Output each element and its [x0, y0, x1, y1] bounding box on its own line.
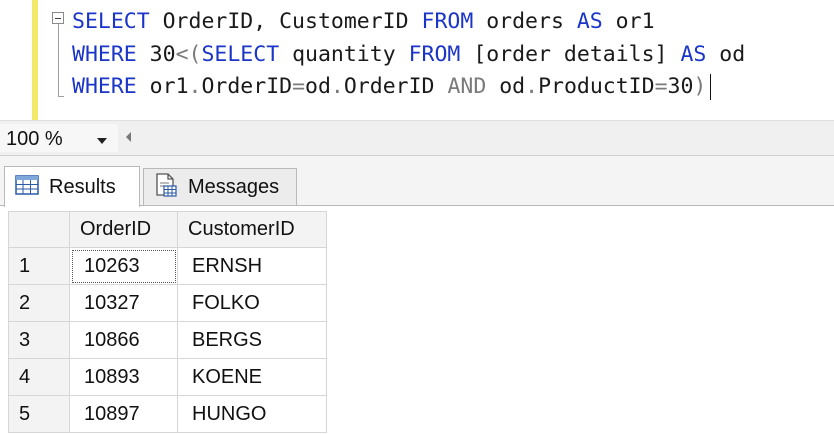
keyword-select: SELECT: [201, 42, 280, 67]
table-row: 2 10327 FOLKO: [8, 284, 327, 322]
literal: 30: [667, 74, 694, 99]
keyword-where: WHERE: [72, 42, 137, 67]
tab-messages-label: Messages: [188, 176, 280, 198]
table-row: 4 10893 KOENE: [8, 358, 327, 396]
text-caret: [710, 74, 712, 100]
cell-orderid[interactable]: 10893: [69, 358, 178, 396]
identifier: od: [706, 42, 746, 67]
table-row: 5 10897 HUNGO: [8, 395, 327, 433]
cell-orderid[interactable]: 10866: [69, 321, 178, 359]
table-row: 1 10263 ERNSH: [8, 247, 327, 285]
zoom-bar: 100 %: [0, 120, 834, 156]
identifier: od: [486, 74, 526, 99]
keyword-select: SELECT: [72, 9, 150, 34]
cell-customerid[interactable]: HUNGO: [177, 395, 327, 433]
tab-messages[interactable]: Messages: [143, 168, 297, 206]
keyword-and: AND: [447, 74, 487, 99]
cell-orderid[interactable]: 10327: [69, 284, 178, 322]
operator: =: [654, 74, 668, 99]
results-tabstrip: Results Messages: [0, 156, 834, 207]
identifier: or1: [136, 74, 189, 99]
keyword-as: AS: [576, 9, 603, 34]
row-number[interactable]: 5: [8, 395, 70, 433]
chevron-down-icon[interactable]: [97, 138, 107, 144]
code-line-3: WHERE or1.OrderID=od.OrderID AND od.Prod…: [72, 73, 712, 101]
operator: <(: [175, 42, 202, 67]
query-editor[interactable]: SELECT OrderID, CustomerID FROM orders A…: [0, 0, 834, 120]
outline-guide-end: [58, 96, 64, 97]
zoom-value: 100 %: [6, 128, 63, 150]
cell-customerid[interactable]: ERNSH: [177, 247, 327, 285]
zoom-dropdown[interactable]: 100 %: [0, 124, 118, 152]
identifier: or1: [602, 9, 655, 34]
results-grid: OrderID CustomerID 1 10263 ERNSH 2 10327…: [8, 211, 327, 433]
outline-guide: [58, 22, 59, 96]
operator: .: [525, 74, 539, 99]
cell-orderid[interactable]: 10897: [69, 395, 178, 433]
identifier: OrderID, CustomerID: [149, 9, 422, 34]
operator: =: [292, 74, 306, 99]
row-number[interactable]: 2: [8, 284, 70, 322]
tab-results[interactable]: Results: [4, 166, 140, 207]
row-number[interactable]: 1: [8, 247, 70, 285]
keyword-from: FROM: [421, 9, 474, 34]
document-messages-icon: [154, 173, 178, 202]
operator: ): [693, 74, 707, 99]
grid-table-icon: [15, 174, 39, 200]
keyword-as: AS: [680, 42, 707, 67]
cell-customerid[interactable]: FOLKO: [177, 284, 327, 322]
identifier: OrderID: [343, 74, 448, 99]
cell-customerid[interactable]: BERGS: [177, 321, 327, 359]
row-number[interactable]: 3: [8, 321, 70, 359]
collapse-minus-icon[interactable]: [52, 12, 64, 24]
identifier: ProductID: [538, 74, 655, 99]
code-line-1: SELECT OrderID, CustomerID FROM orders A…: [72, 8, 655, 36]
code-line-2: WHERE 30<(SELECT quantity FROM [order de…: [72, 41, 745, 69]
results-grid-area: OrderID CustomerID 1 10263 ERNSH 2 10327…: [0, 206, 834, 434]
row-number[interactable]: 4: [8, 358, 70, 396]
operator: .: [330, 74, 344, 99]
identifier: [order details]: [460, 42, 681, 67]
keyword-where: WHERE: [72, 74, 137, 99]
column-header-customerid[interactable]: CustomerID: [177, 211, 327, 248]
table-row: 3 10866 BERGS: [8, 321, 327, 359]
cell-orderid[interactable]: 10263: [69, 247, 178, 285]
tab-results-label: Results: [49, 175, 116, 198]
literal: 30: [136, 42, 176, 67]
scroll-left-arrow-icon[interactable]: [126, 132, 131, 142]
identifier: od: [305, 74, 331, 99]
grid-header-row: OrderID CustomerID: [8, 211, 327, 248]
identifier: orders: [473, 9, 577, 34]
identifier: OrderID: [201, 74, 293, 99]
change-tracking-margin: [32, 0, 38, 120]
keyword-from: FROM: [408, 42, 461, 67]
identifier: quantity: [279, 42, 409, 67]
column-header-orderid[interactable]: OrderID: [69, 211, 178, 248]
operator: .: [188, 74, 202, 99]
grid-corner-cell[interactable]: [8, 211, 70, 248]
cell-customerid[interactable]: KOENE: [177, 358, 327, 396]
